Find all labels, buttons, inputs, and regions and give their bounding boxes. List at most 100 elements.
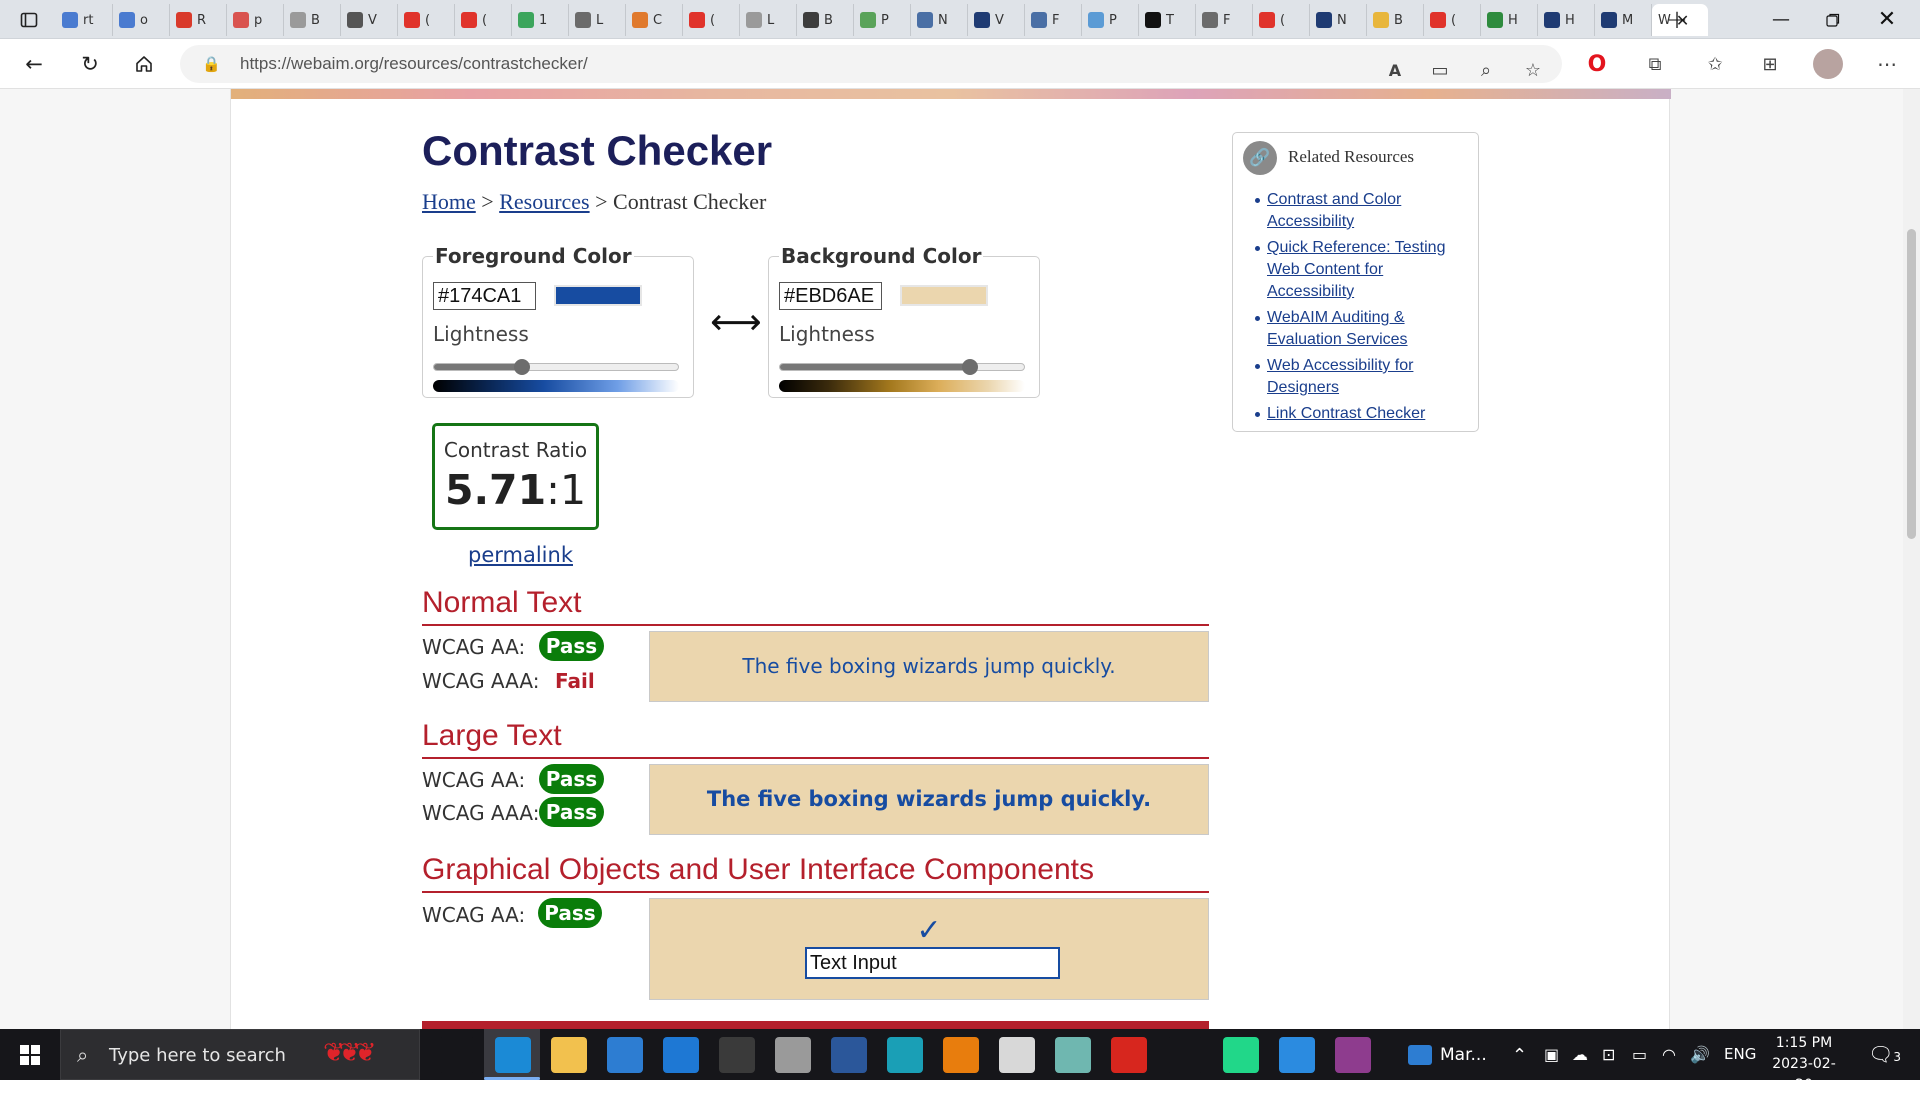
swap-colors-icon[interactable]: ⟷ (710, 302, 762, 343)
related-link-item[interactable]: Quick Reference: Testing Web Content for… (1255, 237, 1467, 303)
word-icon[interactable] (831, 1037, 867, 1073)
pycharm-icon[interactable] (1223, 1037, 1259, 1073)
battery-icon[interactable]: ▭ (1632, 1045, 1647, 1064)
breadcrumb-resources-link[interactable]: Resources (499, 189, 589, 214)
vertical-scrollbar[interactable] (1903, 89, 1920, 1029)
browser-tab[interactable]: ( (455, 4, 512, 36)
zoom-icon[interactable]: ⌕ (1471, 55, 1501, 85)
related-link[interactable]: Contrast and Color Accessibility (1267, 191, 1401, 230)
microsoft-store-icon[interactable] (607, 1037, 643, 1073)
edge-icon[interactable] (495, 1037, 531, 1073)
tab-actions-icon[interactable] (6, 0, 52, 39)
winrar-icon[interactable] (1335, 1037, 1371, 1073)
foreground-slider-handle[interactable] (513, 359, 530, 375)
language-indicator[interactable]: ENG (1724, 1045, 1756, 1063)
browser-tab[interactable]: 1 (512, 4, 569, 36)
related-link-item[interactable]: WebAIM Auditing & Evaluation Services (1255, 307, 1467, 351)
foreground-hex-input[interactable]: #174CA1 (433, 282, 536, 310)
mail-icon[interactable] (663, 1037, 699, 1073)
browser-tab[interactable]: ( (1424, 4, 1481, 36)
taskbar-app-window[interactable]: Mar... (1408, 1037, 1528, 1073)
browser-tab[interactable]: ( (1253, 4, 1310, 36)
browser-tab[interactable]: C (626, 4, 683, 36)
settings-more-icon[interactable]: ⋯ (1872, 49, 1902, 79)
browser-tab[interactable]: N (911, 4, 968, 36)
add-favorite-icon[interactable]: ☆ (1518, 55, 1548, 85)
blender-icon[interactable] (943, 1037, 979, 1073)
foreground-color-picker[interactable] (554, 285, 642, 306)
related-link[interactable]: Quick Reference: Testing Web Content for… (1267, 239, 1445, 300)
browser-tab[interactable]: H (1481, 4, 1538, 36)
refresh-button[interactable]: ↻ (74, 48, 106, 80)
app-teal-icon[interactable] (1055, 1037, 1091, 1073)
vscode-icon[interactable] (1279, 1037, 1315, 1073)
browser-tab[interactable]: ( (398, 4, 455, 36)
opera-extension-icon[interactable]: O (1582, 49, 1612, 79)
breadcrumb-home-link[interactable]: Home (422, 189, 476, 214)
task-view-icon[interactable] (439, 1037, 475, 1073)
related-link-item[interactable]: Link Contrast Checker (1255, 403, 1467, 425)
browser-tab[interactable]: P (854, 4, 911, 36)
foreground-lightness-slider[interactable] (433, 359, 679, 375)
minimize-button[interactable]: — (1758, 0, 1804, 39)
permalink-link[interactable]: permalink (468, 543, 573, 567)
settings-icon[interactable] (1167, 1037, 1203, 1073)
meet-icon[interactable]: ▣ (1544, 1045, 1559, 1064)
browser-tab[interactable]: p (227, 4, 284, 36)
address-bar[interactable]: 🔒 https://webaim.org/resources/contrastc… (180, 45, 1562, 83)
browser-tab[interactable]: ( (683, 4, 740, 36)
taskbar-clock[interactable]: 1:15 PM 2023-02-20 (1768, 1033, 1840, 1096)
browser-tab[interactable]: N (1310, 4, 1367, 36)
volume-icon[interactable]: 🔊 (1690, 1045, 1710, 1064)
background-color-picker[interactable] (900, 285, 988, 306)
browser-tab[interactable]: L (569, 4, 626, 36)
related-link[interactable]: WebAIM Auditing & Evaluation Services (1267, 309, 1408, 348)
related-link-item[interactable]: Web Accessibility for Designers (1255, 355, 1467, 399)
browser-tab[interactable]: B (797, 4, 854, 36)
related-link[interactable]: Link Contrast Checker (1267, 405, 1425, 422)
browser-tab[interactable]: V (968, 4, 1025, 36)
favorites-icon[interactable]: ✩ (1700, 49, 1730, 79)
sample-text-input[interactable]: Text Input (805, 947, 1060, 979)
browser-tab[interactable]: B (284, 4, 341, 36)
background-lightness-slider[interactable] (779, 359, 1025, 375)
disk-icon[interactable] (775, 1037, 811, 1073)
browser-tab[interactable]: H (1538, 4, 1595, 36)
related-link[interactable]: Web Accessibility for Designers (1267, 357, 1413, 396)
browser-tab[interactable]: F (1025, 4, 1082, 36)
browser-tab[interactable]: F (1196, 4, 1253, 36)
browser-tab[interactable]: T (1139, 4, 1196, 36)
url-text[interactable]: https://webaim.org/resources/contrastche… (240, 54, 588, 74)
onedrive-icon[interactable]: ☁ (1572, 1045, 1588, 1064)
browser-tab[interactable]: M (1595, 4, 1652, 36)
predator-icon[interactable] (719, 1037, 755, 1073)
browser-tab[interactable]: B (1367, 4, 1424, 36)
new-tab-button[interactable]: + (1654, 0, 1700, 39)
reader-view-icon[interactable]: ▭ (1425, 55, 1455, 85)
related-link-item[interactable]: Contrast and Color Accessibility (1255, 189, 1467, 233)
display-icon[interactable]: ⊡ (1602, 1045, 1615, 1064)
profile-avatar[interactable] (1813, 49, 1843, 79)
read-aloud-icon[interactable]: A (1380, 55, 1410, 85)
back-button[interactable]: ← (18, 48, 50, 80)
background-slider-handle[interactable] (962, 359, 979, 375)
start-button[interactable] (0, 1029, 60, 1080)
wifi-icon[interactable]: ◠ (1662, 1045, 1676, 1064)
file-explorer-icon[interactable] (551, 1037, 587, 1073)
browser-tab[interactable]: V (341, 4, 398, 36)
browser-tab[interactable]: o (113, 4, 170, 36)
lock-icon[interactable]: 🔒 (202, 55, 221, 73)
maya-icon[interactable] (887, 1037, 923, 1073)
background-hex-input[interactable]: #EBD6AE (779, 282, 882, 310)
taskbar-search-box[interactable]: ⌕ Type here to search ❦❦❦ (60, 1029, 420, 1080)
extensions-icon[interactable]: ⧉ (1640, 49, 1670, 79)
acrobat-icon[interactable] (1111, 1037, 1147, 1073)
zbrush-icon[interactable] (999, 1037, 1035, 1073)
browser-tab[interactable]: R (170, 4, 227, 36)
close-window-button[interactable]: ✕ (1864, 0, 1910, 39)
browser-tab[interactable]: rt (56, 4, 113, 36)
browser-tab[interactable]: P (1082, 4, 1139, 36)
restore-button[interactable] (1810, 0, 1856, 39)
chevron-up-icon[interactable]: ⌃ (1512, 1045, 1527, 1066)
collections-icon[interactable]: ⊞ (1755, 49, 1785, 79)
